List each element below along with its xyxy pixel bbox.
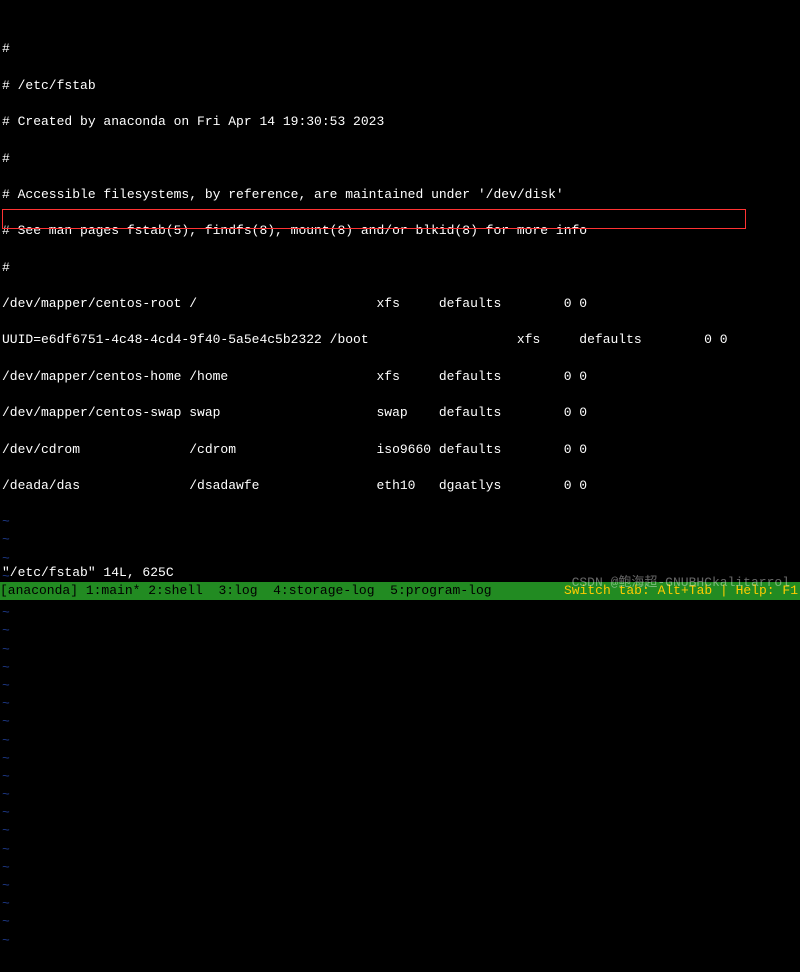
fstab-line: /dev/mapper/centos-root / xfs defaults 0…	[2, 295, 798, 313]
fstab-line: #	[2, 40, 798, 58]
tmux-window-shell[interactable]: 2:shell	[148, 582, 210, 600]
fstab-line: UUID=e6df6751-4c48-4cd4-9f40-5a5e4c5b232…	[2, 331, 798, 349]
tmux-help-text: Switch tab: Alt+Tab | Help: F1	[564, 582, 800, 600]
tmux-window-storage-log[interactable]: 4:storage-log	[273, 582, 382, 600]
fstab-line: # /etc/fstab	[2, 77, 798, 95]
fstab-line: /deada/das /dsadawfe eth10 dgaatlys 0 0	[2, 477, 798, 495]
tmux-status-bar[interactable]: [anaconda] 1:main* 2:shell 3:log 4:stora…	[0, 582, 800, 600]
tmux-session-name[interactable]: [anaconda]	[0, 582, 78, 600]
fstab-line: # Accessible filesystems, by reference, …	[2, 186, 798, 204]
tmux-window-main[interactable]: 1:main*	[86, 582, 141, 600]
fstab-line: # See man pages fstab(5), findfs(8), mou…	[2, 222, 798, 240]
tmux-window-log[interactable]: 3:log	[218, 582, 265, 600]
fstab-line: /dev/mapper/centos-home /home xfs defaul…	[2, 368, 798, 386]
fstab-line: /dev/mapper/centos-swap swap swap defaul…	[2, 404, 798, 422]
fstab-line: #	[2, 259, 798, 277]
fstab-line: # Created by anaconda on Fri Apr 14 19:3…	[2, 113, 798, 131]
fstab-line: #	[2, 150, 798, 168]
terminal-content: # # /etc/fstab # Created by anaconda on …	[0, 0, 800, 972]
fstab-line: /dev/cdrom /cdrom iso9660 defaults 0 0	[2, 441, 798, 459]
tmux-window-program-log[interactable]: 5:program-log	[390, 582, 499, 600]
vim-status-line: "/etc/fstab" 14L, 625C	[2, 564, 174, 582]
